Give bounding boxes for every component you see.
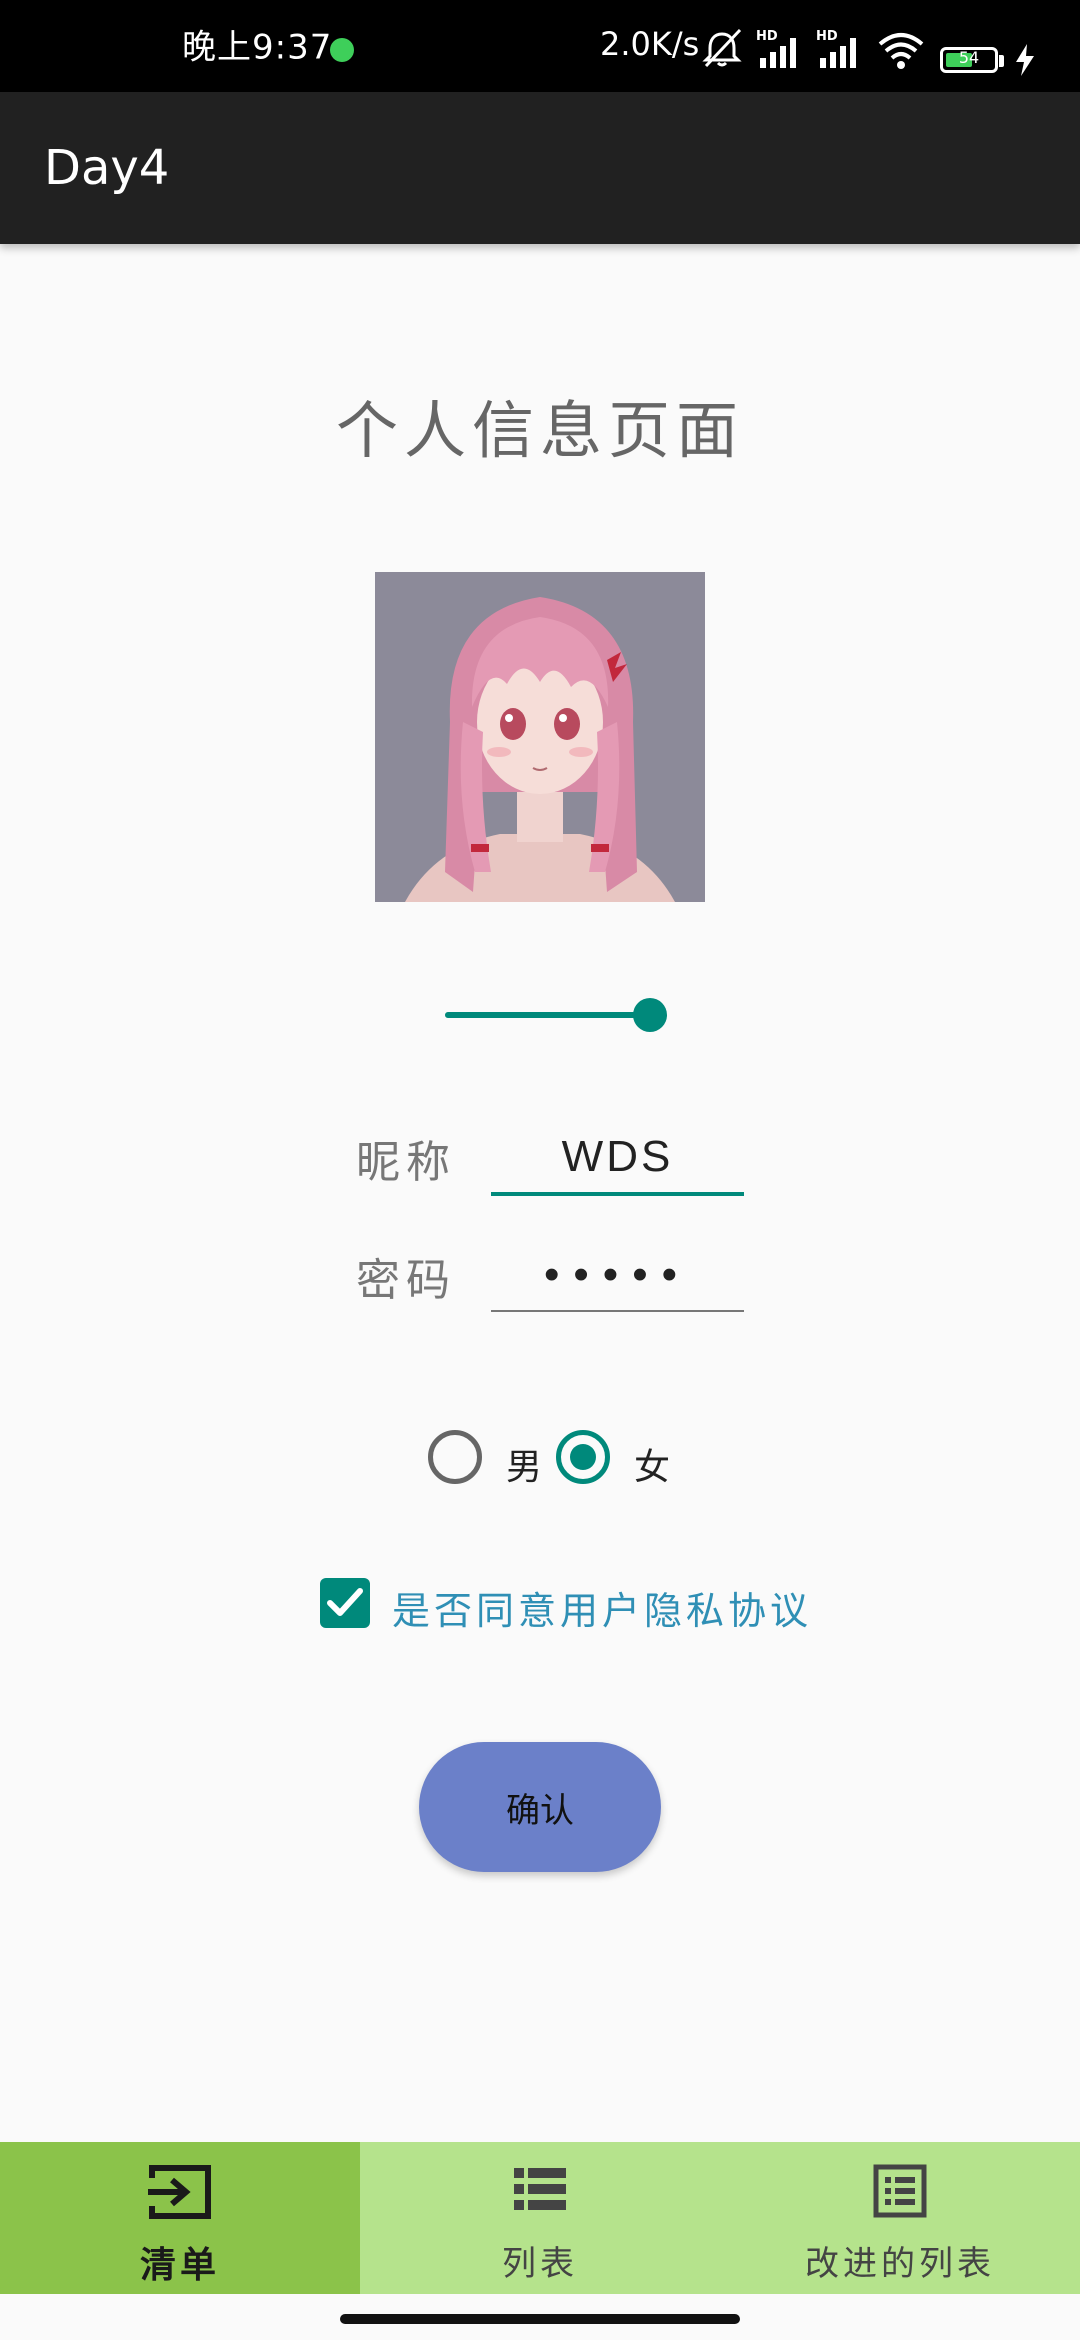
hd-signal-icon: HD	[816, 29, 856, 68]
svg-text:HD: HD	[816, 29, 838, 44]
notification-app-icon	[330, 38, 354, 62]
svg-text:HD: HD	[756, 29, 778, 44]
anime-girl-avatar-illustration	[375, 572, 705, 902]
nav-item-improved-list[interactable]: 改进的列表	[720, 2142, 1080, 2294]
slider-thumb[interactable]	[633, 998, 667, 1032]
nav-label-improved-list: 改进的列表	[805, 2244, 995, 2284]
app-bar: Day4	[0, 92, 1080, 244]
wifi-icon	[878, 33, 924, 69]
password-input[interactable]	[491, 1240, 744, 1312]
hd-signal-icon: HD	[756, 29, 796, 68]
password-label: 密码	[356, 1255, 456, 1306]
nickname-label: 昵称	[356, 1137, 456, 1188]
bottom-navigation: 清单 列表 改进的列表	[0, 2142, 1080, 2294]
nav-item-list[interactable]: 列表	[360, 2142, 720, 2294]
status-time: 晚上9:37	[182, 27, 333, 68]
male-radio-label[interactable]: 男	[506, 1438, 542, 1490]
input-icon	[148, 2165, 211, 2219]
agreement-label[interactable]: 是否同意用户隐私协议	[392, 1580, 812, 1635]
female-radio[interactable]	[556, 1430, 610, 1484]
mute-icon	[702, 28, 742, 68]
slider-track-fill	[445, 1012, 650, 1018]
size-slider[interactable]	[445, 994, 667, 1034]
list-box-icon	[873, 2164, 927, 2218]
app-title: Day4	[44, 140, 170, 196]
charging-icon	[1016, 44, 1034, 76]
page-title: 个人信息页面	[335, 394, 744, 467]
screen: 晚上9:37 2.0K/s HD HD 54 Day4 个人信息页面 昵称 WD…	[0, 0, 1080, 2340]
confirm-button[interactable]: 确认	[419, 1742, 661, 1872]
checkmark-icon	[327, 1588, 363, 1616]
nav-label-list: 列表	[502, 2244, 578, 2284]
battery-cap	[999, 55, 1004, 67]
female-radio-label[interactable]: 女	[634, 1438, 670, 1490]
avatar-image	[375, 572, 705, 902]
network-speed: 2.0K/s	[600, 25, 700, 63]
agreement-checkbox[interactable]	[320, 1578, 370, 1628]
home-indicator[interactable]	[340, 2314, 740, 2324]
nav-item-checklist[interactable]: 清单	[0, 2142, 360, 2294]
nickname-input[interactable]	[491, 1122, 744, 1196]
list-icon	[514, 2168, 566, 2210]
battery-level: 54	[958, 48, 980, 67]
male-radio[interactable]	[428, 1430, 482, 1484]
battery-icon: 54	[940, 47, 998, 73]
nav-label-checklist: 清单	[139, 2245, 220, 2286]
status-bar: 晚上9:37 2.0K/s HD HD 54	[0, 0, 1080, 92]
